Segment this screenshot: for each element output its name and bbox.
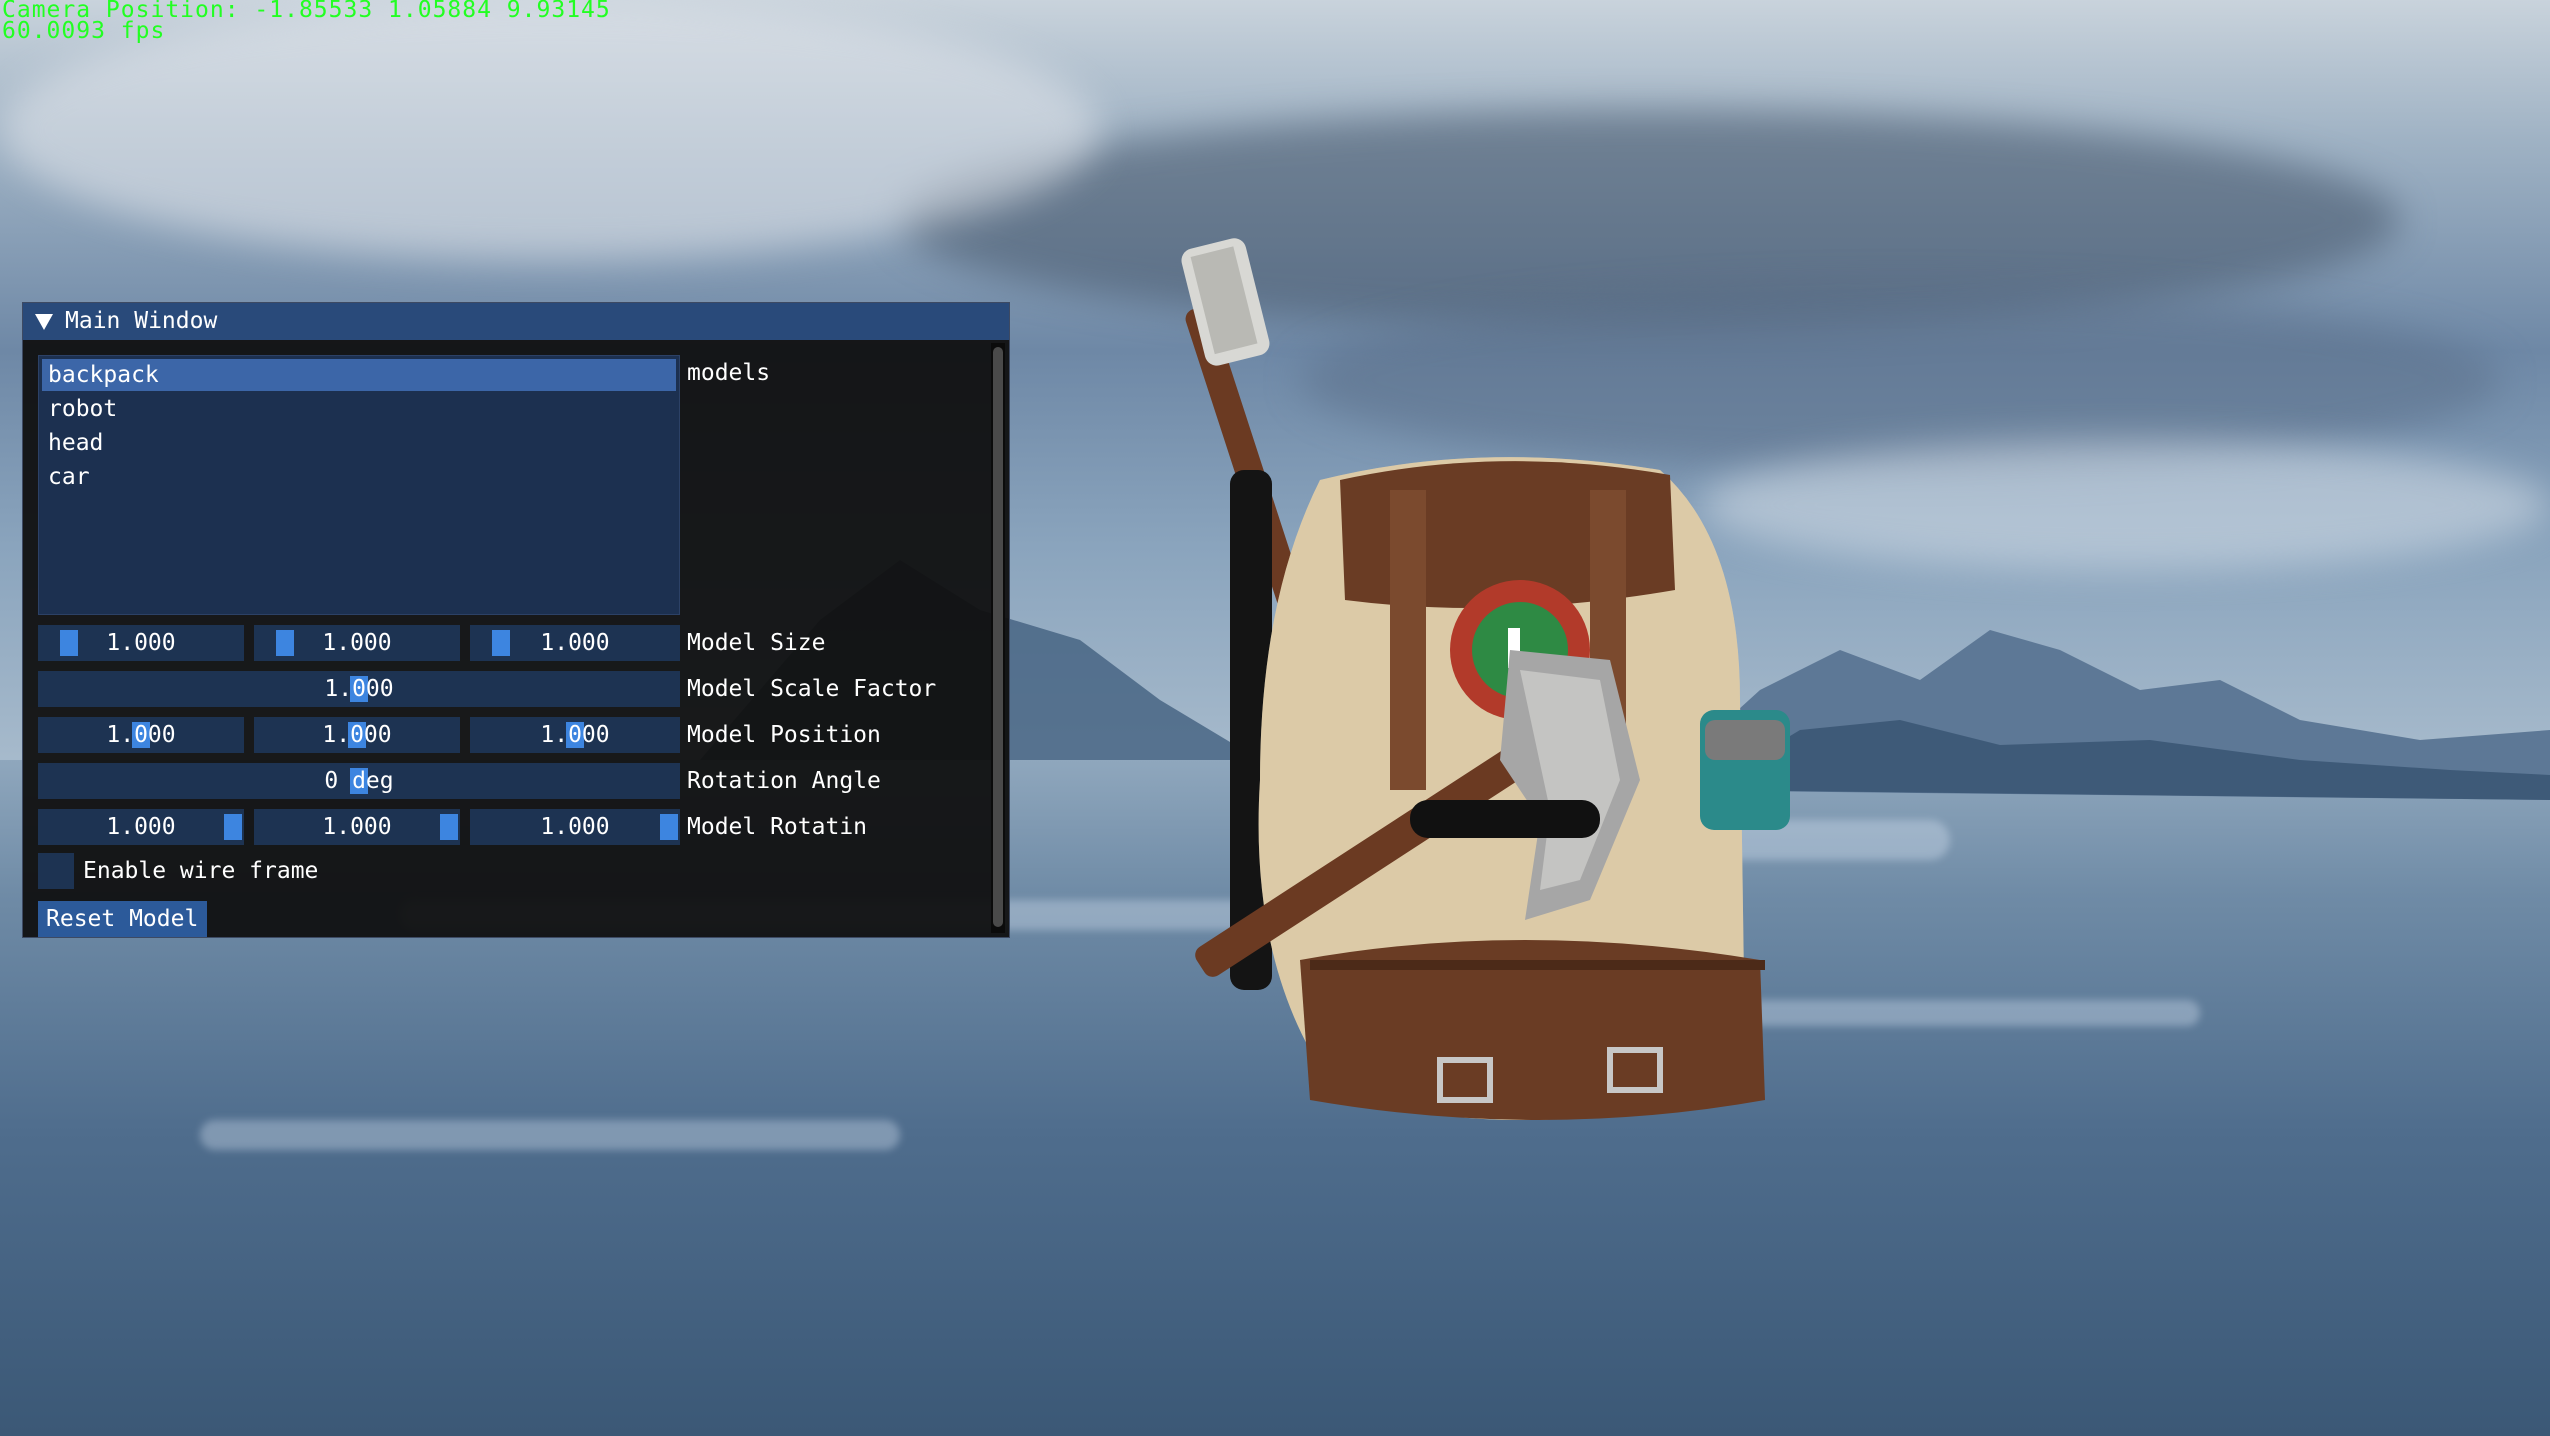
- slider-value: 1.000: [322, 630, 392, 656]
- slider-value: 1.000: [106, 814, 176, 840]
- models-listbox[interactable]: backpack robot head car: [38, 355, 680, 615]
- model-position-y-slider[interactable]: 1.000: [254, 717, 460, 753]
- model-scale-factor-slider[interactable]: 1.000: [38, 671, 680, 707]
- wireframe-label: Enable wire frame: [83, 858, 319, 884]
- rotation-angle-label: Rotation Angle: [687, 768, 881, 794]
- model-scale-factor-label: Model Scale Factor: [687, 676, 937, 702]
- window-title: Main Window: [65, 308, 218, 334]
- slider-value: 1.000: [324, 676, 394, 702]
- slider-value: 0 deg: [324, 768, 394, 794]
- list-item-head[interactable]: head: [42, 427, 676, 459]
- list-item-robot[interactable]: robot: [42, 393, 676, 425]
- model-rotation-z-slider[interactable]: 1.000: [470, 809, 680, 845]
- window-title-bar[interactable]: Main Window: [23, 303, 1009, 340]
- reset-model-button[interactable]: Reset Model: [38, 901, 207, 937]
- slider-value: 1.000: [106, 630, 176, 656]
- wireframe-checkbox[interactable]: [38, 853, 74, 889]
- model-size-z-slider[interactable]: 1.000: [470, 625, 680, 661]
- model-rotation-x-slider[interactable]: 1.000: [38, 809, 244, 845]
- slider-value: 1.000: [540, 630, 610, 656]
- fps-readout: 60.0093 fps: [2, 18, 166, 44]
- window-scrollbar[interactable]: [991, 343, 1005, 933]
- model-rotation-y-slider[interactable]: 1.000: [254, 809, 460, 845]
- slider-value: 1.000: [540, 722, 610, 748]
- water-glint: [200, 1120, 900, 1150]
- slider-value: 1.000: [106, 722, 176, 748]
- list-item-backpack[interactable]: backpack: [42, 359, 676, 391]
- model-size-x-slider[interactable]: 1.000: [38, 625, 244, 661]
- list-item-car[interactable]: car: [42, 461, 676, 493]
- slider-value: 1.000: [540, 814, 610, 840]
- slider-value: 1.000: [322, 814, 392, 840]
- debug-hud: Camera Position: -1.85533 1.05884 9.9314…: [2, 0, 611, 44]
- collapse-arrow-icon[interactable]: [35, 314, 53, 330]
- model-position-x-slider[interactable]: 1.000: [38, 717, 244, 753]
- model-position-label: Model Position: [687, 722, 881, 748]
- backpack-model[interactable]: [1140, 220, 1840, 1180]
- rotation-angle-slider[interactable]: 0 deg: [38, 763, 680, 799]
- model-size-label: Model Size: [687, 630, 826, 656]
- models-label: models: [687, 360, 771, 386]
- model-position-z-slider[interactable]: 1.000: [470, 717, 680, 753]
- model-rotation-label: Model Rotatin: [687, 814, 868, 840]
- model-size-y-slider[interactable]: 1.000: [254, 625, 460, 661]
- slider-value: 1.000: [322, 722, 392, 748]
- scrollbar-thumb[interactable]: [993, 347, 1003, 927]
- main-window[interactable]: Main Window backpack robot head car mode…: [22, 302, 1010, 938]
